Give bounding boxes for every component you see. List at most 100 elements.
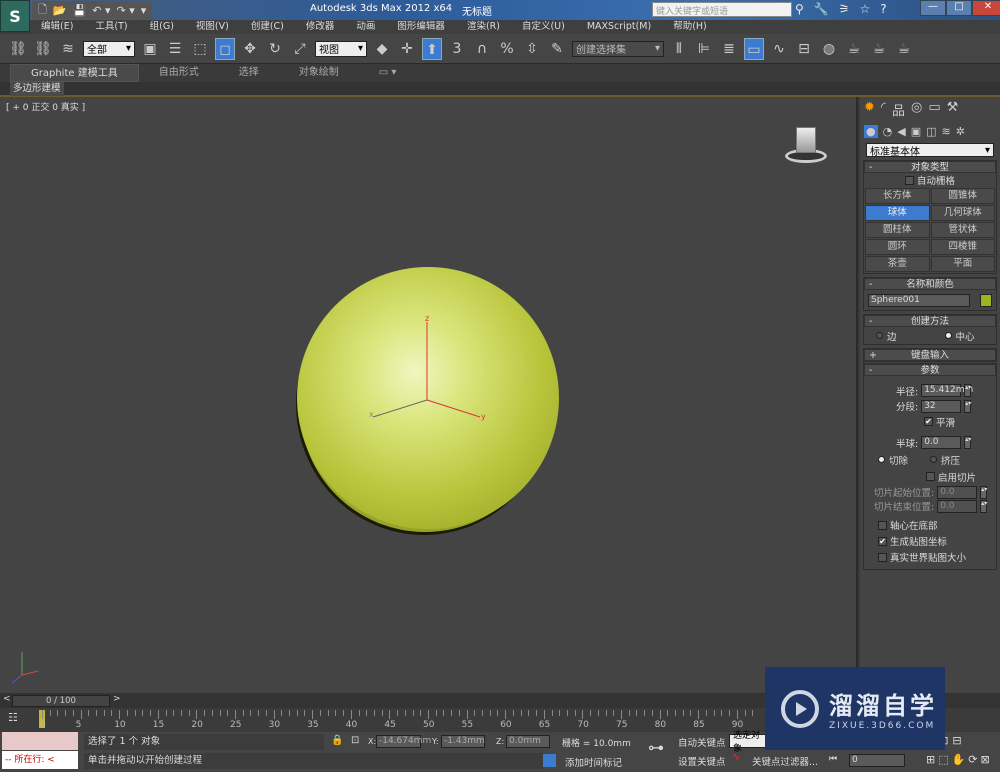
close-button[interactable]: ✕ <box>972 0 1000 16</box>
category-dropdown[interactable]: 标准基本体 ▾ <box>866 143 994 158</box>
object-type-button[interactable]: 茶壶 <box>865 256 930 272</box>
search-input[interactable]: 键入关键字或短语 <box>652 2 792 17</box>
rollout-header[interactable]: - 创建方法 <box>864 315 996 327</box>
satellite-icon[interactable]: ⚞ <box>839 2 850 16</box>
tab-selection[interactable]: 选择 <box>219 64 279 82</box>
bind-space-warp-icon[interactable]: ≋ <box>58 38 78 60</box>
graphite-toggle-icon[interactable]: ▭ <box>744 37 764 60</box>
menu-group[interactable]: 组(G) <box>139 20 185 34</box>
binoculars-icon[interactable]: ⚲ <box>795 2 804 16</box>
viewcube[interactable] <box>785 123 827 165</box>
object-type-button[interactable]: 平面 <box>930 256 995 272</box>
shapes-icon[interactable]: ◔ <box>883 125 893 138</box>
render-icon[interactable]: ☕ <box>894 38 914 60</box>
edge-radio[interactable] <box>876 332 883 339</box>
named-selection-dropdown[interactable]: 创建选择集 ▾ <box>572 40 664 57</box>
z-coord-input[interactable]: 0.0mm <box>506 735 550 748</box>
schematic-view-icon[interactable]: ⊟ <box>794 38 814 60</box>
menu-rendering[interactable]: 渲染(R) <box>456 20 511 34</box>
rollout-header[interactable]: - 名称和颜色 <box>864 278 996 290</box>
time-slider-thumb[interactable]: 0 / 100 <box>12 695 110 707</box>
key-mode-icon[interactable]: ∿ <box>732 752 740 763</box>
keyboard-shortcut-override-icon[interactable]: ⬆ <box>422 37 442 60</box>
align-icon[interactable]: ⊫ <box>694 38 714 60</box>
wrench-icon[interactable]: 🔧 <box>814 2 829 16</box>
object-type-button[interactable]: 圆环 <box>865 239 930 255</box>
center-radio[interactable] <box>944 332 952 339</box>
segments-spinner[interactable]: ▴▾ <box>964 399 971 413</box>
menu-views[interactable]: 视图(V) <box>185 20 240 34</box>
edit-named-selection-icon[interactable]: ✎ <box>547 38 567 60</box>
object-type-button[interactable]: 球体 <box>865 205 930 221</box>
lights-icon[interactable]: ◀ <box>897 125 905 138</box>
rectangle-selection-icon[interactable]: ⬚ <box>190 38 210 60</box>
systems-icon[interactable]: ✲ <box>956 125 965 138</box>
spinner-snap-icon[interactable]: ⇳ <box>522 38 542 60</box>
rollout-header[interactable]: - 参数 <box>864 364 996 376</box>
tab-freeform[interactable]: 自由形式 <box>139 64 219 82</box>
slice-on-checkbox[interactable] <box>926 472 935 481</box>
x-coord-input[interactable]: -14.674mm <box>376 735 431 748</box>
unlink-icon[interactable]: ⛓ <box>33 38 53 60</box>
key-mode-toggle-icon[interactable]: ⏮ <box>829 754 837 764</box>
segments-input[interactable]: 32 <box>921 399 962 413</box>
window-crossing-icon[interactable]: ◻ <box>215 37 235 60</box>
selection-filter-dropdown[interactable]: 全部 ▾ <box>83 40 135 57</box>
create-tab-icon[interactable]: ✹ <box>864 100 875 119</box>
slice-from-input[interactable]: 0.0 <box>937 485 978 499</box>
rollout-header[interactable]: - 对象类型 <box>864 161 996 173</box>
rotate-icon[interactable]: ↻ <box>265 38 285 60</box>
object-name-input[interactable]: Sphere001 <box>868 293 970 307</box>
layer-manager-icon[interactable]: ≣ <box>719 38 739 60</box>
object-type-button[interactable]: 四棱锥 <box>930 239 995 255</box>
menu-edit[interactable]: 编辑(E) <box>30 20 84 34</box>
next-frame-button[interactable]: > <box>113 694 121 704</box>
object-type-button[interactable]: 管状体 <box>930 222 995 238</box>
customize-dropdown-icon[interactable]: ▾ <box>141 4 147 17</box>
select-object-icon[interactable]: ▣ <box>140 38 160 60</box>
tab-graphite[interactable]: Graphite 建模工具 <box>10 64 139 82</box>
real-world-map-checkbox[interactable] <box>878 552 887 562</box>
viewport-perspective[interactable]: [ + 0 正交 0 真实 ] z y x <box>0 97 858 693</box>
move-icon[interactable]: ✥ <box>240 38 260 60</box>
open-icon[interactable]: 📂 <box>53 4 67 17</box>
snap-toggle-icon[interactable]: 3 <box>447 38 467 60</box>
redo-icon[interactable]: ↷ ▾ <box>117 4 135 17</box>
minimize-button[interactable]: — <box>920 0 946 16</box>
menu-create[interactable]: 创建(C) <box>240 20 295 34</box>
maxscript-line[interactable]: -- 所在行: < <box>2 751 78 769</box>
set-key-icon[interactable]: ⊶ <box>648 738 664 757</box>
base-to-pivot-checkbox[interactable] <box>878 520 887 530</box>
hierarchy-tab-icon[interactable]: 品 <box>892 100 905 119</box>
link-icon[interactable]: ⛓ <box>8 38 28 60</box>
slice-from-spinner[interactable]: ▴▾ <box>980 485 987 499</box>
time-tag-icon[interactable] <box>543 754 556 767</box>
maximize-button[interactable]: □ <box>946 0 972 16</box>
hemisphere-input[interactable]: 0.0 <box>921 436 962 449</box>
angle-snap-icon[interactable]: ∩ <box>472 38 492 60</box>
pan-orbit-icons[interactable]: ⊞⬚✋⟳⊠ <box>926 753 993 766</box>
save-icon[interactable]: 💾 <box>73 4 87 17</box>
object-type-button[interactable]: 长方体 <box>865 188 930 204</box>
menu-help[interactable]: 帮助(H) <box>662 20 718 34</box>
select-by-name-icon[interactable]: ☰ <box>165 38 185 60</box>
object-type-button[interactable]: 圆柱体 <box>865 222 930 238</box>
y-coord-input[interactable]: -1.43mm <box>441 735 485 748</box>
selection-set-dropdown[interactable]: 选定对象 <box>729 731 769 754</box>
star-icon[interactable]: ☆ <box>860 2 871 16</box>
maxscript-listener-input[interactable] <box>2 732 78 750</box>
rollout-header[interactable]: + 键盘输入 <box>864 349 996 361</box>
lock-selection-icon[interactable]: 🔒 <box>331 735 343 746</box>
new-icon[interactable]: 🗋 <box>38 1 47 20</box>
object-color-swatch[interactable] <box>980 293 992 307</box>
material-editor-icon[interactable]: ◍ <box>819 38 839 60</box>
autogrid-checkbox[interactable] <box>904 175 914 185</box>
mini-curve-editor-icon[interactable]: ☷ <box>8 711 18 724</box>
utilities-tab-icon[interactable]: ⚒ <box>947 100 959 119</box>
scale-icon[interactable]: ⤢ <box>290 38 310 60</box>
tab-object-paint[interactable]: 对象绘制 <box>279 64 359 82</box>
radius-input[interactable]: 15.412mm <box>921 384 973 397</box>
app-logo-button[interactable]: S <box>0 0 30 32</box>
menu-modifiers[interactable]: 修改器 <box>295 20 346 34</box>
slice-to-input[interactable]: 0.0 <box>937 499 978 513</box>
